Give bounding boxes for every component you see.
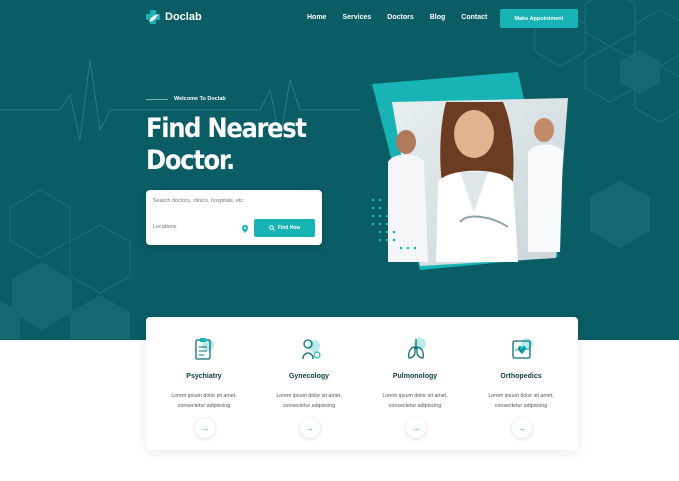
service-desc-line2: consectetur adipiscing — [494, 403, 548, 409]
service-description: Lorem ipsum dolor sit amet, consectetur … — [255, 391, 363, 411]
hero-section: Doclab Home Services Doctors Blog Contac… — [0, 0, 679, 340]
heart-monitor-icon — [512, 338, 533, 359]
top-navbar: Doclab Home Services Doctors Blog Contac… — [0, 0, 679, 40]
lungs-icon — [408, 338, 426, 359]
arrow-right-button[interactable]: → — [512, 418, 532, 438]
nav-blog[interactable]: Blog — [430, 14, 446, 21]
service-description: Lorem ipsum dolor sit amet, consectetur … — [467, 391, 575, 411]
gynecology-icon — [302, 339, 321, 360]
service-card-orthopedics[interactable]: Orthopedics Lorem ipsum dolor sit amet, … — [467, 317, 575, 450]
location-pin-icon — [242, 225, 248, 233]
service-desc-line2: consectetur adipiscing — [388, 403, 442, 409]
logo-text: Doclab — [165, 11, 202, 23]
arrow-right-icon: → — [518, 423, 526, 433]
service-title: Psychiatry — [186, 373, 222, 380]
service-title: Pulmonology — [392, 373, 438, 380]
service-title: Orthopedics — [500, 373, 542, 380]
search-icon — [269, 225, 275, 231]
hero-title: Find Nearest Doctor. — [146, 113, 307, 177]
doctors-photo — [371, 72, 568, 270]
service-card-gynecology[interactable]: Gynecology Lorem ipsum dolor sit amet, c… — [255, 317, 363, 450]
location-input[interactable] — [153, 224, 233, 230]
cross-leaf-logo-icon — [146, 10, 160, 24]
welcome-text: Welcome To Doclab — [174, 96, 226, 102]
search-input[interactable] — [153, 198, 313, 204]
service-desc-line1: Lorem ipsum dolor sit amet, — [488, 393, 554, 399]
arrow-right-button[interactable]: → — [195, 418, 215, 438]
service-desc-line1: Lorem ipsum dolor sit amet, — [276, 393, 342, 399]
arrow-right-icon: → — [201, 423, 209, 433]
service-desc-line2: consectetur adipiscing — [177, 403, 231, 409]
service-description: Lorem ipsum dolor sit amet, consectetur … — [361, 391, 469, 411]
arrow-right-icon: → — [412, 423, 420, 433]
service-card-psychiatry[interactable]: Psychiatry Lorem ipsum dolor sit amet, c… — [150, 317, 258, 450]
tagline-divider — [146, 98, 168, 100]
search-box: Find Now — [146, 190, 322, 245]
find-now-label: Find Now — [277, 225, 301, 231]
find-now-button[interactable]: Find Now — [254, 219, 315, 237]
arrow-right-button[interactable]: → — [300, 418, 320, 438]
service-card-pulmonology[interactable]: Pulmonology Lorem ipsum dolor sit amet, … — [361, 317, 469, 450]
service-description: Lorem ipsum dolor sit amet, consectetur … — [150, 391, 258, 411]
clipboard-icon — [195, 338, 214, 360]
nav-services[interactable]: Services — [342, 14, 371, 21]
logo[interactable]: Doclab — [146, 10, 202, 24]
welcome-tagline: Welcome To Doclab — [146, 96, 226, 102]
service-title: Gynecology — [288, 373, 330, 380]
hero-title-line2: Doctor. — [146, 145, 235, 176]
service-desc-line1: Lorem ipsum dolor sit amet, — [382, 393, 448, 399]
nav-doctors[interactable]: Doctors — [387, 14, 413, 21]
arrow-right-button[interactable]: → — [406, 418, 426, 438]
nav-contact[interactable]: Contact — [461, 14, 487, 21]
hero-title-line1: Find Nearest — [146, 113, 307, 144]
nav-home[interactable]: Home — [307, 14, 326, 21]
service-desc-line2: consectetur adipiscing — [282, 403, 336, 409]
make-appointment-button[interactable]: Make Appointment — [500, 9, 578, 28]
service-desc-line1: Lorem ipsum dolor sit amet, — [171, 393, 237, 399]
services-card-panel: Psychiatry Lorem ipsum dolor sit amet, c… — [146, 317, 578, 450]
arrow-right-icon: → — [306, 423, 314, 433]
